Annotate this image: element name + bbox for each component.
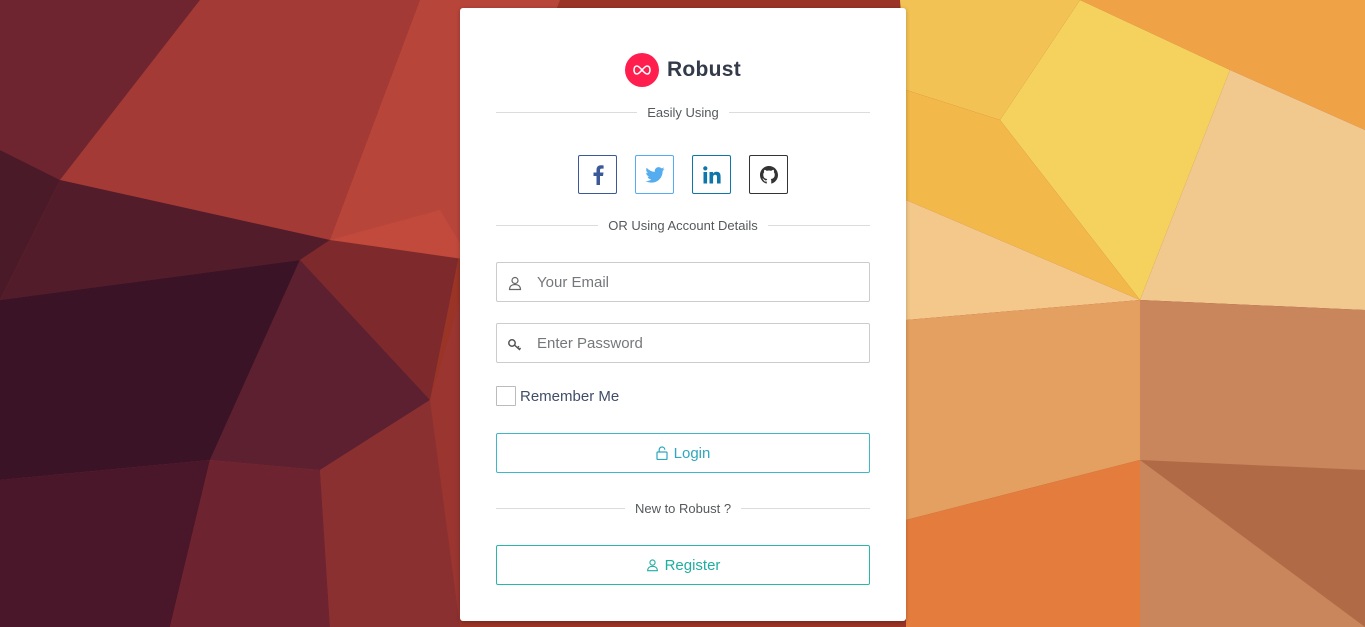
unlock-icon	[656, 446, 668, 460]
brand-name: Robust	[666, 58, 742, 81]
twitter-login-button[interactable]	[635, 155, 674, 194]
twitter-icon	[644, 166, 665, 183]
login-card: Robust Easily Using OR Using Account Det…	[460, 8, 906, 621]
remember-me: Remember Me	[496, 385, 619, 407]
user-icon	[646, 559, 658, 572]
social-login-buttons	[460, 155, 906, 197]
linkedin-icon	[702, 165, 721, 183]
password-field	[496, 323, 870, 363]
key-icon	[508, 339, 522, 351]
remember-me-checkbox[interactable]	[496, 386, 516, 406]
email-field	[496, 262, 870, 302]
github-login-button[interactable]	[749, 155, 788, 194]
register-divider-text: New to Robust ?	[634, 500, 732, 516]
login-button-label: Login	[673, 444, 711, 462]
login-button[interactable]: Login	[496, 433, 870, 473]
register-button-label: Register	[664, 556, 721, 574]
account-divider-text: OR Using Account Details	[608, 217, 758, 233]
facebook-icon	[593, 164, 604, 185]
linkedin-login-button[interactable]	[692, 155, 731, 194]
brand-header: Robust	[460, 52, 906, 88]
infinity-icon	[624, 53, 659, 87]
facebook-login-button[interactable]	[578, 155, 617, 194]
password-input[interactable]	[537, 324, 857, 362]
register-divider: New to Robust ?	[496, 500, 871, 516]
email-input[interactable]	[537, 263, 857, 301]
remember-me-label[interactable]: Remember Me	[520, 388, 619, 405]
user-icon	[508, 276, 522, 291]
social-divider: Easily Using	[496, 104, 870, 120]
account-divider: OR Using Account Details	[496, 217, 871, 233]
github-icon	[759, 165, 778, 184]
register-button[interactable]: Register	[496, 545, 870, 585]
social-divider-text: Easily Using	[647, 104, 719, 120]
